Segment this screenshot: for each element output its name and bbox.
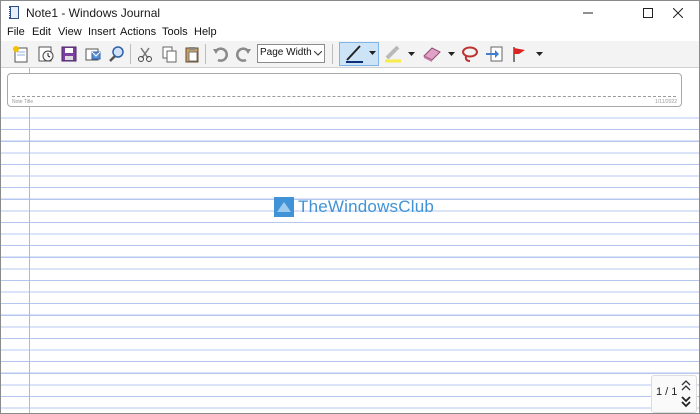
cut-icon: [138, 47, 152, 62]
email-icon: [85, 48, 101, 61]
cut-button[interactable]: [134, 43, 156, 65]
redo-icon: [236, 47, 251, 62]
close-button[interactable]: [655, 1, 700, 25]
find-button[interactable]: [106, 43, 128, 65]
menu-tools[interactable]: Tools: [162, 26, 188, 38]
eraser-dropdown-icon[interactable]: [448, 52, 455, 58]
page-indicator: 1 / 1: [656, 386, 678, 398]
toolbar: Page Width: [1, 41, 699, 68]
journal-app-icon: [9, 6, 19, 19]
zoom-select-value: Page Width: [260, 47, 312, 58]
windowsclub-logo-icon: [274, 197, 294, 217]
find-icon: [109, 46, 124, 62]
minimize-button[interactable]: [565, 1, 611, 25]
next-page-icon[interactable]: [681, 395, 691, 408]
copy-button[interactable]: [158, 43, 180, 65]
note-canvas[interactable]: Note Title 1/11/2022 TheWindowsClub: [1, 68, 699, 413]
menu-file[interactable]: File: [7, 26, 25, 38]
paste-icon: [185, 47, 199, 63]
lasso-select-button[interactable]: [459, 43, 481, 65]
chevron-down-icon: [311, 45, 324, 62]
maximize-icon: [643, 8, 653, 18]
pen-icon: [346, 45, 363, 63]
open-button[interactable]: [35, 43, 57, 65]
menu-insert[interactable]: Insert: [88, 26, 116, 38]
title-divider: [12, 96, 676, 97]
insert-space-button[interactable]: [483, 43, 505, 65]
save-icon: [61, 46, 77, 62]
watermark: TheWindowsClub: [274, 197, 434, 217]
undo-button[interactable]: [209, 43, 231, 65]
flag-dropdown-icon[interactable]: [536, 52, 543, 58]
eraser-icon: [423, 47, 441, 62]
highlighter-button[interactable]: [382, 43, 404, 65]
ruled-lines: [1, 107, 699, 413]
pen-tool-button[interactable]: [339, 42, 379, 66]
paste-button[interactable]: [181, 43, 203, 65]
highlighter-dropdown-icon[interactable]: [408, 52, 415, 58]
menu-actions[interactable]: Actions: [120, 26, 156, 38]
lasso-select-icon: [462, 46, 478, 62]
menu-view[interactable]: View: [58, 26, 82, 38]
save-button[interactable]: [58, 43, 80, 65]
zoom-select[interactable]: Page Width: [257, 44, 325, 63]
watermark-text: TheWindowsClub: [298, 197, 435, 216]
menu-edit[interactable]: Edit: [32, 26, 51, 38]
note-title-area[interactable]: Note Title 1/11/2022: [7, 73, 682, 107]
previous-page-icon[interactable]: [681, 379, 691, 392]
email-button[interactable]: [82, 43, 104, 65]
redo-button[interactable]: [233, 43, 255, 65]
menu-bar: File Edit View Insert Actions Tools Help: [1, 25, 699, 41]
minimize-icon: [583, 12, 593, 14]
highlighter-icon: [385, 45, 401, 63]
menu-help[interactable]: Help: [194, 26, 217, 38]
flag-icon: [513, 47, 525, 62]
note-date: 1/11/2022: [655, 99, 677, 105]
page-navigator: 1 / 1: [651, 375, 697, 413]
journal-window: Note1 - Windows Journal File Edit View I…: [0, 0, 700, 414]
title-bar: Note1 - Windows Journal: [1, 1, 699, 25]
note-title-placeholder: Note Title: [12, 99, 34, 105]
undo-icon: [213, 47, 228, 62]
margin-line-top: [29, 68, 30, 73]
open-icon: [38, 46, 54, 62]
new-note-icon: [13, 46, 28, 63]
pen-dropdown-icon[interactable]: [369, 51, 376, 57]
copy-icon: [162, 46, 177, 63]
flag-button[interactable]: [508, 43, 530, 65]
margin-line: [29, 107, 30, 413]
close-icon: [673, 8, 683, 18]
new-note-button[interactable]: [10, 43, 32, 65]
eraser-button[interactable]: [421, 43, 443, 65]
window-title: Note1 - Windows Journal: [26, 6, 161, 20]
insert-space-icon: [486, 46, 503, 62]
